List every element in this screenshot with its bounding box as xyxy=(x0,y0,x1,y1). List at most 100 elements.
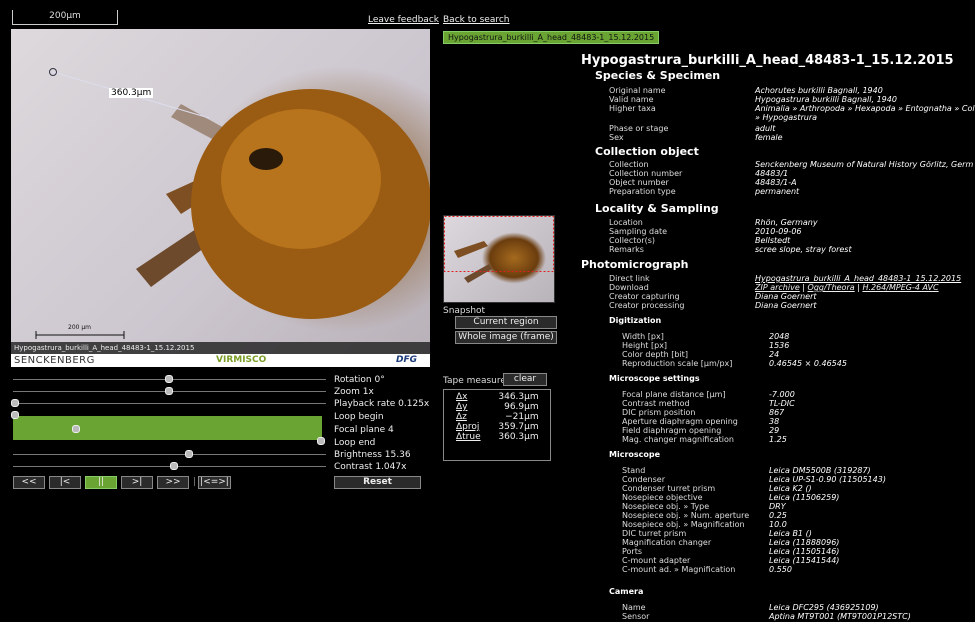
reset-button[interactable]: Reset xyxy=(334,476,421,489)
color-depth-value: 24 xyxy=(769,350,780,359)
rotation-knob[interactable] xyxy=(165,375,173,383)
specimen-tag: Hypogastrura_burkilli_A_head_48483-1_15.… xyxy=(443,31,660,44)
scale-bar-bottom: 200 μm xyxy=(68,324,92,331)
zip-archive-link[interactable]: ZIP archive xyxy=(755,283,800,292)
loop-begin-knob[interactable] xyxy=(11,411,19,419)
sensor-key: Sensor xyxy=(622,612,650,621)
back-to-search-link[interactable]: Back to search xyxy=(443,15,510,25)
snapshot-label: Snapshot xyxy=(443,306,486,316)
stand-key: Stand xyxy=(622,466,646,475)
obj-magnification-key: Nosepiece obj. » Magnification xyxy=(622,520,745,529)
creator-capturing-key: Creator capturing xyxy=(609,292,680,301)
focal-distance-value: -7.000 xyxy=(769,390,795,399)
download-links: ZIP archive | Ogg/Theora | H.264/MPEG-4 … xyxy=(755,283,939,292)
mag-changer-value: 1.25 xyxy=(769,435,787,444)
contrast-method-key: Contrast method xyxy=(622,399,690,408)
loop-end-knob[interactable] xyxy=(317,437,325,445)
scale-bar-top: 200μm xyxy=(12,10,118,25)
direct-link[interactable]: Hypogastrura_burkilli_A_head_48483-1_15.… xyxy=(755,274,961,283)
contrast-knob[interactable] xyxy=(170,462,178,470)
dx-key: Δx xyxy=(456,392,468,402)
condenser-prism-key: Condenser turret prism xyxy=(622,484,716,493)
specimen-image xyxy=(35,68,430,339)
aperture-value: 38 xyxy=(769,417,780,426)
preparation-key: Preparation type xyxy=(609,187,676,196)
collection-key: Collection xyxy=(609,160,649,169)
contrast-label: Contrast 1.047x xyxy=(334,462,407,472)
current-region-button[interactable]: Current region xyxy=(455,316,557,329)
fast-forward-button[interactable]: >> xyxy=(157,476,189,489)
dtrue-value: 360.3μm xyxy=(498,432,539,442)
table-row: Δx 346.3μm xyxy=(454,392,541,402)
higher-taxa-value: Animalia » Arthropoda » Hexapoda » Entog… xyxy=(755,104,975,113)
zoom-knob[interactable] xyxy=(165,387,173,395)
brightness-knob[interactable] xyxy=(185,450,193,458)
sampling-date-key: Sampling date xyxy=(609,227,668,236)
collection-number-value: 48483/1 xyxy=(755,169,789,178)
focal-plane-knob[interactable] xyxy=(72,425,80,433)
image-viewer[interactable]: 360.3μm 200 μm xyxy=(11,29,430,354)
whole-image-button[interactable]: Whole image (frame) xyxy=(455,331,557,344)
playback-label: Playback rate 0.125x xyxy=(334,399,430,409)
creator-processing-value: Diana Goernert xyxy=(755,301,817,310)
dy-value: 96.9μm xyxy=(504,402,539,412)
ogg-link[interactable]: Ogg/Theora xyxy=(808,283,855,292)
object-number-value: 48483/1-A xyxy=(755,178,797,187)
focal-distance-key: Focal plane distance [μm] xyxy=(622,390,726,399)
dic-prism-value: 867 xyxy=(769,408,785,417)
playback-slider[interactable] xyxy=(13,403,326,404)
loop-range[interactable] xyxy=(13,416,322,440)
repro-scale-value: 0.46545 × 0.46545 xyxy=(769,359,847,368)
species-heading: Species & Specimen xyxy=(595,69,721,82)
h264-link[interactable]: H.264/MPEG-4 AVC xyxy=(862,283,938,292)
camera-heading: Camera xyxy=(609,587,644,596)
leave-feedback-link[interactable]: Leave feedback xyxy=(368,15,439,25)
creator-processing-key: Creator processing xyxy=(609,301,685,310)
higher-taxa-value-cont: » Hypogastrura xyxy=(755,113,818,122)
width-key: Width [px] xyxy=(622,332,664,341)
cmount-mag-value: 0.550 xyxy=(769,565,792,574)
sex-value: female xyxy=(755,133,783,142)
brightness-slider[interactable] xyxy=(13,454,326,455)
aperture-key: Aperture diaphragm opening xyxy=(622,417,738,426)
focal-plane-label: Focal plane 4 xyxy=(334,425,394,435)
condenser-value: Leica UP-S1-0.90 (11505143) xyxy=(769,475,886,484)
num-aperture-value: 0.25 xyxy=(769,511,787,520)
pause-button[interactable]: || xyxy=(85,476,117,489)
rewind-button[interactable]: << xyxy=(13,476,45,489)
playback-knob[interactable] xyxy=(11,399,19,407)
valid-name-value: Hypogastrura burkilli Bagnall, 1940 xyxy=(755,95,897,104)
obj-magnification-value: 10.0 xyxy=(769,520,787,529)
nosepiece-value: Leica (11506259) xyxy=(769,493,840,502)
object-number-key: Object number xyxy=(609,178,669,187)
sampling-date-value: 2010-09-06 xyxy=(755,227,802,236)
camera-name-value: Leica DFC295 (436925109) xyxy=(769,603,879,612)
remarks-key: Remarks xyxy=(609,245,644,254)
tape-measure-table: Δx 346.3μm Δy 96.9μm Δz −21μm Δproj 359.7μm … xyxy=(454,392,541,442)
microscope-settings-heading: Microscope settings xyxy=(609,374,700,383)
table-row: Δproj 359.7μm xyxy=(454,422,541,432)
magnification-changer-key: Magnification changer xyxy=(622,538,712,547)
snapshot-image xyxy=(444,216,554,283)
brightness-label: Brightness 15.36 xyxy=(334,450,411,460)
image-caption: Hypogastrura_burkilli_A_head_48483-1_15.… xyxy=(11,342,430,354)
collector-key: Collector(s) xyxy=(609,236,655,245)
camera-name-key: Name xyxy=(622,603,646,612)
contrast-method-value: TL-DIC xyxy=(769,399,795,408)
condenser-key: Condenser xyxy=(622,475,665,484)
locality-heading: Locality & Sampling xyxy=(595,202,719,215)
cmount-value: Leica (11541544) xyxy=(769,556,840,565)
condenser-prism-value: Leica K2 () xyxy=(769,484,812,493)
collection-heading: Collection object xyxy=(595,145,699,158)
cmount-key: C-mount adapter xyxy=(622,556,691,565)
loop-toggle-button[interactable]: |<=>| xyxy=(198,476,231,489)
step-back-button[interactable]: |< xyxy=(49,476,81,489)
dproj-key: Δproj xyxy=(456,422,480,432)
location-value: Rhön, Germany xyxy=(755,218,818,227)
snapshot-thumbnail[interactable] xyxy=(443,215,555,303)
step-forward-button[interactable]: >| xyxy=(121,476,153,489)
zoom-label: Zoom 1x xyxy=(334,387,374,397)
dfg-logo: DFG xyxy=(396,355,418,365)
digitization-heading: Digitization xyxy=(609,316,662,325)
clear-button[interactable]: clear xyxy=(503,373,547,386)
